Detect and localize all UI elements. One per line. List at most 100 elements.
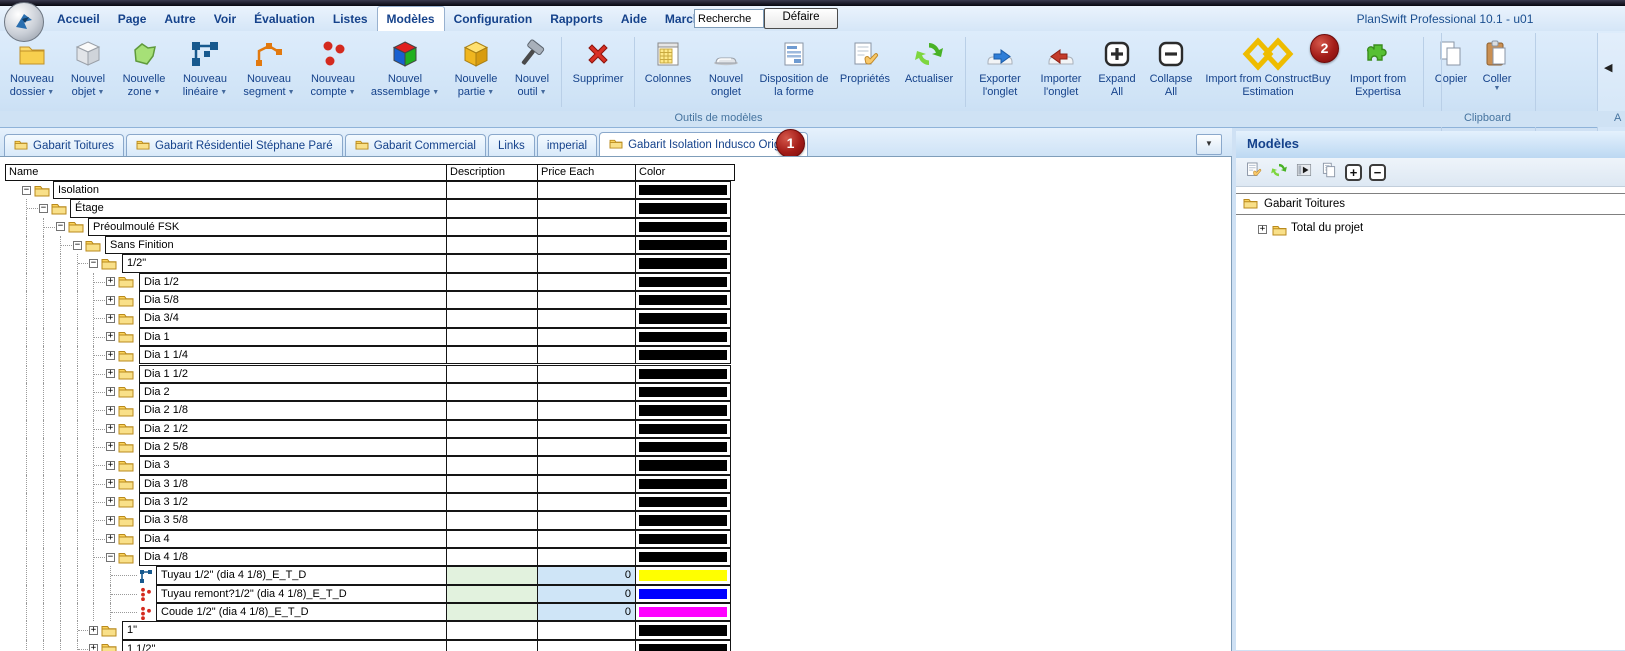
tree-expander-plus[interactable]: + bbox=[106, 351, 115, 360]
tab-gabarit-toitures[interactable]: Gabarit Toitures bbox=[4, 134, 124, 156]
color-cell[interactable] bbox=[635, 530, 731, 548]
column-header-price-each[interactable]: Price Each bbox=[537, 164, 640, 181]
price-each-cell[interactable] bbox=[537, 548, 636, 566]
price-each-cell[interactable] bbox=[537, 309, 636, 327]
tree-expander-plus[interactable]: + bbox=[106, 387, 115, 396]
tree-expander-plus[interactable]: + bbox=[106, 461, 115, 470]
name-cell[interactable]: 1" bbox=[122, 621, 447, 639]
columns-button[interactable]: Colonnes bbox=[640, 33, 696, 111]
name-cell[interactable]: Coude 1/2" (dia 4 1/8)_E_T_D bbox=[156, 603, 447, 621]
name-cell[interactable]: 1/2" bbox=[122, 254, 447, 272]
import-expertisa-button[interactable]: Import from Expertisa bbox=[1338, 33, 1418, 111]
export-tab-button[interactable]: Exporter l'onglet bbox=[971, 33, 1029, 111]
name-cell[interactable]: 1 1/2" bbox=[122, 640, 447, 651]
template-selector[interactable]: Gabarit Toitures bbox=[1236, 193, 1625, 215]
name-cell[interactable]: Dia 2 1/8 bbox=[139, 401, 447, 419]
color-cell[interactable] bbox=[635, 511, 731, 529]
price-each-cell[interactable] bbox=[537, 530, 636, 548]
description-cell[interactable] bbox=[446, 291, 538, 309]
color-cell[interactable] bbox=[635, 548, 731, 566]
color-cell[interactable] bbox=[635, 621, 731, 639]
color-cell[interactable] bbox=[635, 328, 731, 346]
name-cell[interactable]: Dia 5/8 bbox=[139, 291, 447, 309]
name-cell[interactable]: Dia 3 5/8 bbox=[139, 511, 447, 529]
collapse-minus-button[interactable]: − bbox=[1369, 164, 1386, 181]
tab-gabarit-r-sidentiel-st-phane-par-[interactable]: Gabarit Résidentiel Stéphane Paré bbox=[126, 134, 343, 156]
color-cell[interactable] bbox=[635, 438, 731, 456]
color-cell[interactable] bbox=[635, 181, 731, 199]
color-cell[interactable] bbox=[635, 309, 731, 327]
copy-tab-icon[interactable] bbox=[1320, 161, 1338, 184]
tree-expander-minus[interactable]: − bbox=[106, 553, 115, 562]
menu-item-autre[interactable]: Autre bbox=[155, 8, 204, 30]
color-cell[interactable] bbox=[635, 401, 731, 419]
color-cell[interactable] bbox=[635, 383, 731, 401]
price-each-cell[interactable]: 0 bbox=[537, 603, 636, 621]
price-each-cell[interactable] bbox=[537, 254, 636, 272]
description-cell[interactable] bbox=[446, 218, 538, 236]
color-cell[interactable] bbox=[635, 420, 731, 438]
price-each-cell[interactable] bbox=[537, 365, 636, 383]
tree-expander-plus[interactable]: + bbox=[106, 442, 115, 451]
description-cell[interactable] bbox=[446, 309, 538, 327]
color-cell[interactable] bbox=[635, 603, 731, 621]
tree-expander-plus[interactable]: + bbox=[106, 497, 115, 506]
form-layout-button[interactable]: Disposition de la forme bbox=[756, 33, 832, 111]
tab-gabarit-commercial[interactable]: Gabarit Commercial bbox=[345, 134, 486, 156]
new-part-button[interactable]: Nouvelle partie▼ bbox=[447, 33, 505, 111]
name-cell[interactable]: Sans Finition bbox=[105, 236, 447, 254]
new-folder-button[interactable]: Nouveau dossier▼ bbox=[4, 33, 60, 111]
price-each-cell[interactable] bbox=[537, 511, 636, 529]
price-each-cell[interactable] bbox=[537, 401, 636, 419]
column-header-description[interactable]: Description bbox=[446, 164, 542, 181]
menu-item-listes[interactable]: Listes bbox=[324, 8, 377, 30]
new-tab-button[interactable]: Nouvel onglet bbox=[699, 33, 753, 111]
name-cell[interactable]: Dia 2 bbox=[139, 383, 447, 401]
name-cell[interactable]: Dia 4 1/8 bbox=[139, 548, 447, 566]
tree-expander-plus[interactable]: + bbox=[106, 314, 115, 323]
price-each-cell[interactable] bbox=[537, 181, 636, 199]
color-cell[interactable] bbox=[635, 291, 731, 309]
tree-expander-minus[interactable]: − bbox=[73, 241, 82, 250]
name-cell[interactable]: Étage bbox=[70, 199, 447, 217]
description-cell[interactable] bbox=[446, 640, 538, 651]
properties-button[interactable]: Propriétés bbox=[835, 33, 895, 111]
menu-item-configuration[interactable]: Configuration bbox=[445, 8, 542, 30]
name-cell[interactable]: Dia 1 1/2 bbox=[139, 365, 447, 383]
price-each-cell[interactable] bbox=[537, 475, 636, 493]
description-cell[interactable] bbox=[446, 566, 538, 584]
search-input[interactable] bbox=[694, 9, 764, 28]
price-each-cell[interactable] bbox=[537, 199, 636, 217]
menu-item--valuation[interactable]: Évaluation bbox=[245, 8, 324, 30]
name-cell[interactable]: Dia 2 5/8 bbox=[139, 438, 447, 456]
import-constructbuy-button[interactable]: Import from ConstructBuy Estimation 2 bbox=[1201, 33, 1335, 111]
name-cell[interactable]: Dia 3 1/8 bbox=[139, 475, 447, 493]
color-cell[interactable] bbox=[635, 585, 731, 603]
color-cell[interactable] bbox=[635, 254, 731, 272]
column-header-color[interactable]: Color bbox=[635, 164, 735, 181]
description-cell[interactable] bbox=[446, 236, 538, 254]
price-each-cell[interactable] bbox=[537, 291, 636, 309]
name-cell[interactable]: Dia 2 1/2 bbox=[139, 420, 447, 438]
tree-expander-plus[interactable]: + bbox=[106, 516, 115, 525]
tree-item-label[interactable]: Total du projet bbox=[1291, 222, 1363, 234]
tree-expander-plus[interactable]: + bbox=[106, 479, 115, 488]
price-each-cell[interactable] bbox=[537, 328, 636, 346]
planswift-logo-icon[interactable] bbox=[4, 2, 44, 42]
description-cell[interactable] bbox=[446, 383, 538, 401]
undo-button[interactable]: Défaire bbox=[764, 8, 838, 29]
color-cell[interactable] bbox=[635, 493, 731, 511]
refresh-icon[interactable] bbox=[1270, 161, 1288, 184]
menu-item-aide[interactable]: Aide bbox=[612, 8, 656, 30]
tree-expander-plus[interactable]: + bbox=[89, 626, 98, 635]
new-count-button[interactable]: Nouveau compte▼ bbox=[303, 33, 363, 111]
menu-item-accueil[interactable]: Accueil bbox=[48, 8, 109, 30]
description-cell[interactable] bbox=[446, 621, 538, 639]
menu-item-voir[interactable]: Voir bbox=[205, 8, 245, 30]
new-tool-button[interactable]: Nouvel outil▼ bbox=[508, 33, 556, 111]
tab-list-dropdown-button[interactable]: ▼ bbox=[1196, 134, 1222, 155]
tree-expander-plus[interactable]: + bbox=[106, 332, 115, 341]
tree-expander-minus[interactable]: − bbox=[89, 259, 98, 268]
description-cell[interactable] bbox=[446, 475, 538, 493]
price-each-cell[interactable]: 0 bbox=[537, 585, 636, 603]
